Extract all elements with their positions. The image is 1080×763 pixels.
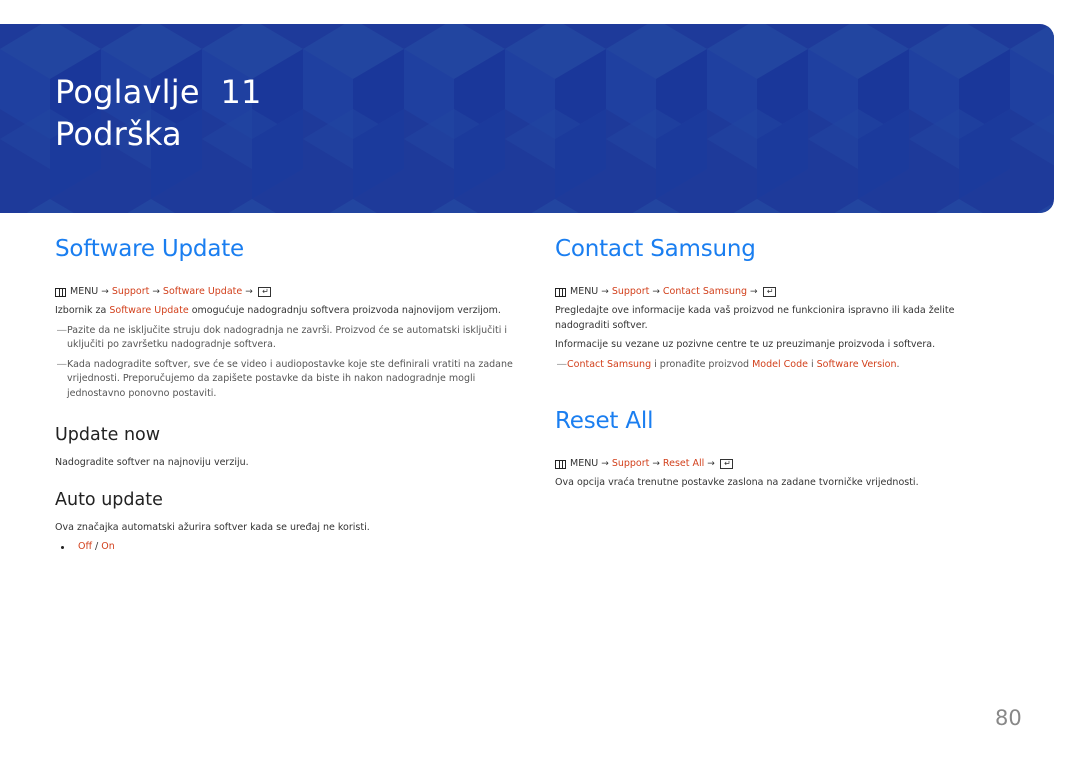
path-reset-all-link[interactable]: Reset All (663, 457, 704, 471)
enter-icon: ↵ (762, 287, 776, 297)
auto-update-options: Off / On (55, 540, 525, 554)
arrow-icon: → (707, 459, 715, 469)
note-dash-icon: ― (557, 358, 567, 370)
arrow-icon: → (101, 287, 109, 297)
note-text: Pazite da ne isključite struju dok nadog… (67, 324, 508, 351)
model-code-link[interactable]: Model Code (752, 359, 808, 370)
option-separator: / (92, 541, 102, 552)
software-update-inline-link[interactable]: Software Update (109, 305, 188, 316)
arrow-icon: → (601, 459, 609, 469)
note-text: Kada nadogradite softver, sve će se vide… (67, 358, 513, 399)
arrow-icon: → (652, 287, 660, 297)
page-number: 80 (995, 706, 1022, 730)
contact-samsung-title: Contact Samsung (555, 236, 756, 262)
menu-icon (555, 459, 566, 469)
note-settings-reset: ― Kada nadogradite softver, sve će se vi… (55, 358, 525, 402)
note-dash-icon: ― (57, 324, 67, 336)
contact-samsung-description-2: Informacije su vezane uz pozivne centre … (555, 339, 936, 350)
menu-icon (55, 287, 66, 297)
desc-text: omogućuje nadogradnju softvera proizvoda… (188, 305, 501, 316)
update-now-title: Update now (55, 425, 161, 445)
contact-samsung-menu-path: MENU → Support → Contact Samsung → ↵ (555, 285, 985, 299)
option-off[interactable]: Off (78, 540, 92, 554)
software-update-title: Software Update (55, 236, 244, 262)
contact-samsung-link[interactable]: Contact Samsung (567, 359, 651, 370)
arrow-icon: → (652, 459, 660, 469)
note-text: . (896, 358, 900, 370)
note-dash-icon: ― (57, 358, 67, 370)
path-support-link[interactable]: Support (112, 285, 150, 299)
software-version-link[interactable]: Software Version (817, 359, 897, 370)
software-update-description: Izbornik za Software Update omogućuje na… (55, 304, 525, 319)
reset-all-menu-path: MENU → Support → Reset All → ↵ (555, 457, 985, 471)
enter-icon: ↵ (719, 459, 733, 469)
update-now-description: Nadogradite softver na najnoviju verziju… (55, 457, 249, 468)
contact-samsung-description-1: Pregledajte ove informacije kada vaš pro… (555, 305, 955, 331)
arrow-icon: → (601, 287, 609, 297)
chapter-banner: Poglavlje 11 Podrška (0, 24, 1054, 213)
note-text: i pronađite proizvod (651, 358, 753, 370)
contact-samsung-note: ― Contact Samsung i pronađite proizvod M… (555, 358, 985, 373)
menu-icon (555, 287, 566, 297)
auto-update-title: Auto update (55, 489, 163, 510)
right-column: Contact Samsung MENU → Support → Contact… (555, 230, 985, 491)
auto-update-description: Ova značajka automatski ažurira softver … (55, 521, 370, 533)
path-support-link[interactable]: Support (612, 457, 650, 471)
enter-icon: ↵ (257, 287, 271, 297)
reset-all-description: Ova opcija vraća trenutne postavke zaslo… (555, 477, 919, 488)
left-column: Software Update MENU → Support → Softwar… (55, 230, 525, 554)
chapter-title: Podrška (55, 115, 182, 153)
arrow-icon: → (152, 287, 160, 297)
software-update-menu-path: MENU → Support → Software Update → ↵ (55, 285, 525, 299)
path-support-link[interactable]: Support (612, 285, 650, 299)
arrow-icon: → (245, 287, 253, 297)
path-software-update-link[interactable]: Software Update (163, 285, 242, 299)
menu-label: MENU (570, 458, 599, 469)
option-on[interactable]: On (101, 540, 115, 554)
bullet-icon (61, 545, 64, 549)
reset-all-title: Reset All (555, 408, 654, 434)
note-power: ― Pazite da ne isključite struju dok nad… (55, 324, 525, 353)
chapter-label: Poglavlje 11 (55, 73, 262, 111)
desc-text: Izbornik za (55, 305, 110, 316)
menu-label: MENU (570, 286, 599, 297)
arrow-icon: → (750, 287, 758, 297)
path-contact-samsung-link[interactable]: Contact Samsung (663, 285, 747, 299)
note-text: i (807, 358, 817, 370)
menu-label: MENU (70, 286, 99, 297)
